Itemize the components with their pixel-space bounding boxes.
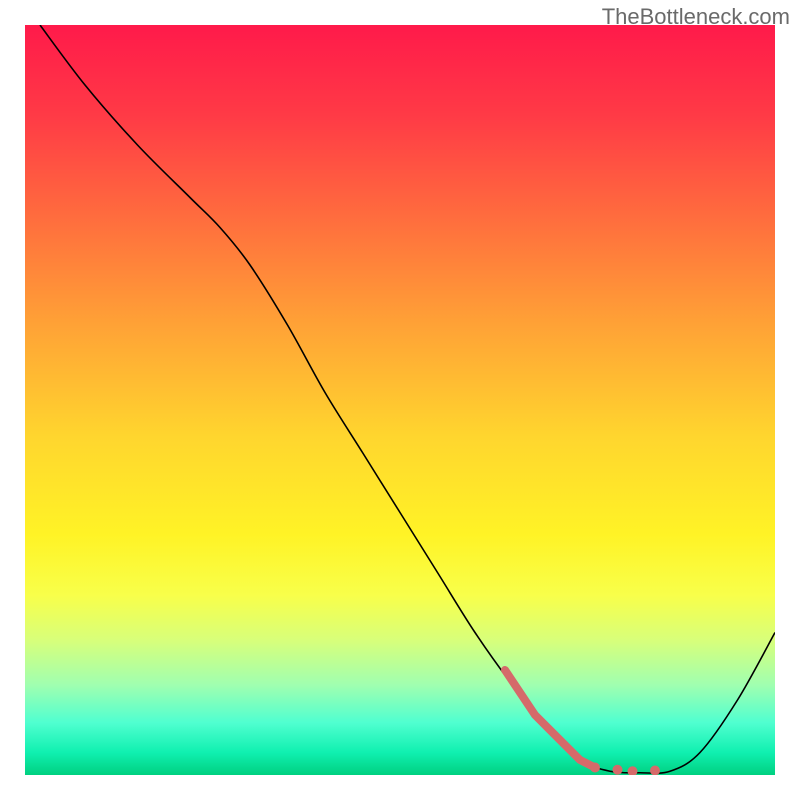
- watermark-text: TheBottleneck.com: [602, 4, 790, 30]
- plot-area: [25, 25, 775, 775]
- gradient-background: [25, 25, 775, 775]
- highlight-dot: [590, 763, 600, 773]
- highlight-dot: [613, 765, 623, 775]
- chart-svg: [25, 25, 775, 775]
- chart-container: TheBottleneck.com: [0, 0, 800, 800]
